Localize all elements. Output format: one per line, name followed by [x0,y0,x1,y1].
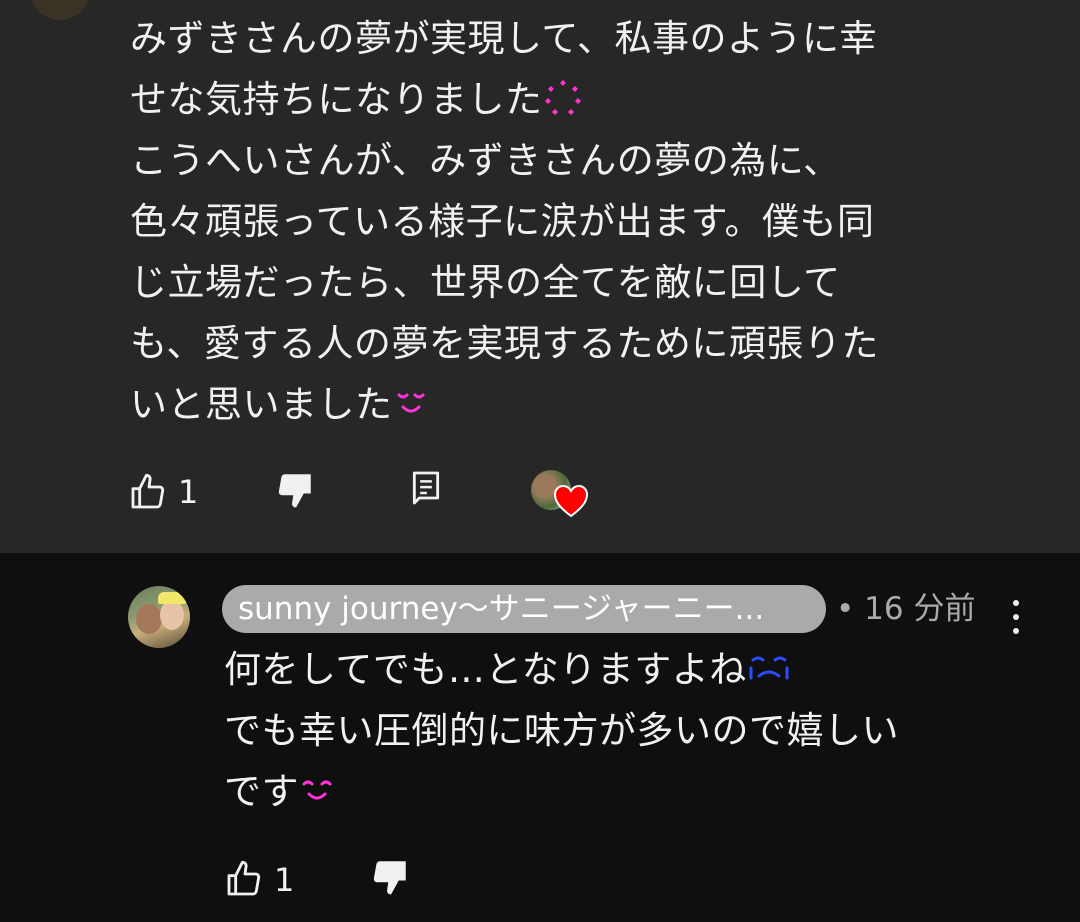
more-vert-icon[interactable] [1010,0,1020,6]
reply-text-line: 何をしてでも…となりますよね [224,639,791,700]
heart-ring-emoji [543,80,583,119]
comment-text-line: も、愛する人の夢を実現するために頑張りた [130,322,879,365]
reply-icon[interactable] [404,466,448,510]
reply-text-line: です [224,761,335,822]
reply-timestamp: • 16 分前 [836,591,976,627]
crying-face-emoji [747,648,791,691]
comment-text-line: こうへいさんが、みずきさんの夢の為に、 [130,139,841,182]
commenter-avatar[interactable] [30,0,90,20]
comment-text-line: みずきさんの夢が実現して、私事のように幸 [130,17,878,60]
like-count: 1 [274,861,295,899]
like-icon[interactable] [222,857,266,901]
comment-text-line: いと思いました [130,374,429,435]
comment-text-line: じ立場だったら、世界の全てを敵に回して [130,261,841,304]
more-vert-icon[interactable] [1010,600,1022,634]
reply-author-chip[interactable]: sunny journey〜サニージャーニー... [222,585,826,633]
comment-text-line: 色々頑張っている様子に涙が出ます。僕も同 [130,200,875,243]
pleading-face-emoji [393,383,429,426]
comment-text-line: せな気持ちになりました [130,69,583,132]
dislike-icon[interactable] [368,855,412,899]
top-comment: みずきさんの夢が実現して、私事のように幸 せな気持ちになりました こうへいさんが… [0,0,1080,553]
reply-text-line: でも幸い圧倒的に味方が多いので嬉しい [224,709,899,752]
smiling-face-emoji [299,770,335,813]
like-icon[interactable] [126,470,170,514]
creator-heart[interactable] [531,470,589,520]
like-count: 1 [178,473,199,511]
creator-heart-icon [553,484,589,518]
reply-author-avatar[interactable] [128,586,190,648]
dislike-icon[interactable] [273,468,317,512]
